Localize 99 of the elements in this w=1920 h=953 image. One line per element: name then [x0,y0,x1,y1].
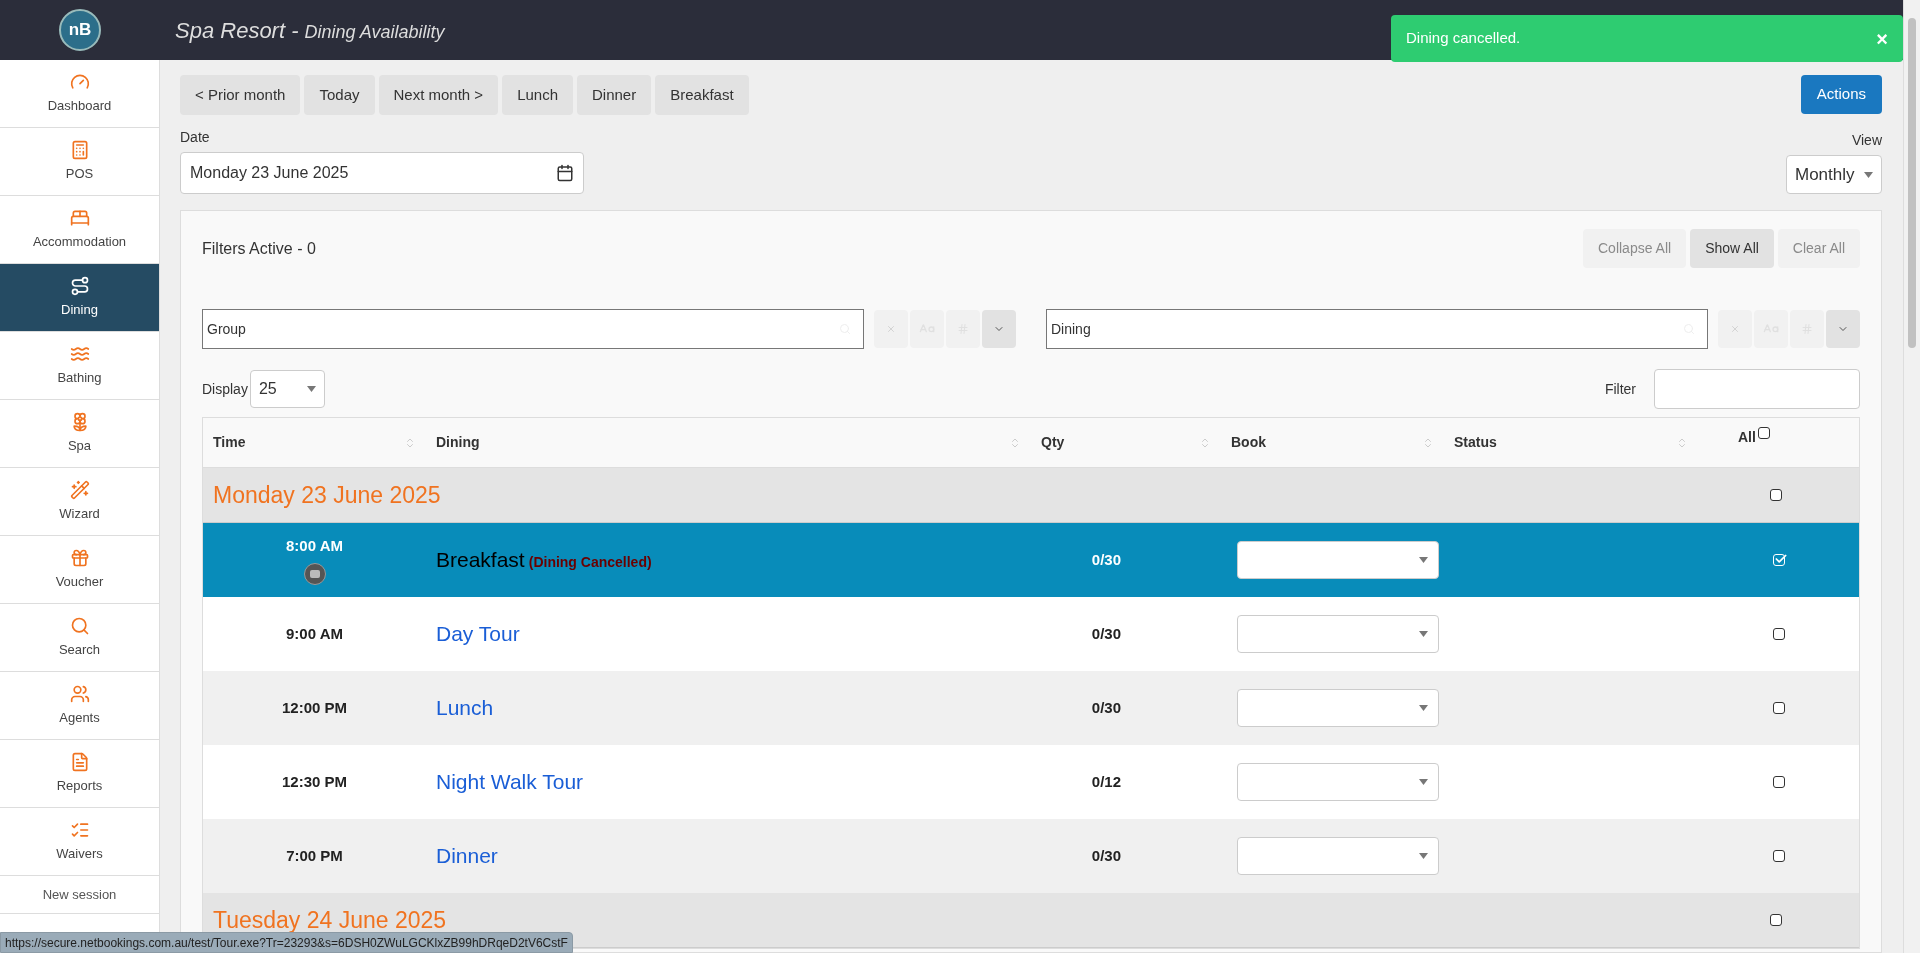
session-row[interactable]: 7:00 PM Dinner 0/30 [203,819,1859,893]
caret-icon [1419,705,1428,711]
expand-button[interactable] [982,310,1016,348]
qty-cell-text: 0/12 [1091,771,1121,792]
logo[interactable]: nB [59,9,101,51]
clear-button[interactable] [874,310,908,348]
filter-action-button[interactable]: Show All [1690,229,1774,268]
checkbox[interactable] [1769,489,1782,501]
checkbox[interactable] [1757,427,1770,439]
dining-link[interactable]: Dinner [436,840,498,872]
time-cell-text: 9:00 AM [286,623,343,644]
close-icon [886,324,896,334]
actions-button[interactable]: Actions [1800,75,1882,114]
caret-icon [1419,631,1428,637]
toolbar-button[interactable]: Next month > [378,75,499,115]
number-sort-button[interactable] [1790,310,1824,348]
filter-field[interactable]: Group [202,309,864,349]
session-row[interactable]: 12:00 PM Lunch 0/30 [203,671,1859,745]
column-header[interactable]: Dining [436,432,480,453]
sidebar-item[interactable]: POS [0,128,159,196]
session-row[interactable]: 8:00 AM Breakfast (Dining Cancelled) 0/30 [203,523,1859,597]
sidebar-item[interactable]: Dining [0,264,159,332]
search-icon [69,615,90,636]
dining-link[interactable]: Lunch [436,692,494,724]
display-label: Display [202,379,248,399]
display-select[interactable]: 25 [249,370,325,408]
text-sort-button[interactable] [1754,310,1788,348]
sidebar-item[interactable]: Dashboard [0,60,159,128]
sidebar-item[interactable]: Search [0,604,159,672]
checkbox[interactable] [1772,776,1785,788]
close-icon [1730,324,1740,334]
date-field[interactable]: Monday 23 June 2025 [180,152,584,194]
sidebar-item[interactable]: Agents [0,672,159,740]
text-sort-button[interactable] [910,310,944,348]
checkbox[interactable] [1772,850,1785,862]
book-select[interactable] [1237,615,1439,653]
filters-status: Filters Active - 0 [202,238,316,259]
toast-message: Dining cancelled. [1406,28,1521,49]
qty-cell-text: 0/30 [1091,623,1121,644]
time-cell-text: 8:00 AM [286,535,343,556]
toolbar-button[interactable]: < Prior month [180,75,301,115]
toolbar-button[interactable]: Today [304,75,375,115]
caret-icon [306,386,316,392]
book-select[interactable] [1237,689,1439,727]
book-select[interactable] [1237,541,1439,579]
calendar-icon [556,164,574,182]
sidebar-item[interactable]: Wizard [0,468,159,536]
checkbox[interactable] [1772,628,1785,640]
toolbar-button[interactable]: Dinner [577,75,652,115]
qty-cell-text: 0/30 [1091,845,1121,866]
caret-icon [1419,853,1428,859]
qty-cell-text: 0/30 [1091,697,1121,718]
caret-icon [1864,171,1873,178]
users-icon [69,683,90,704]
new-session-link[interactable]: New session [0,876,159,914]
cancelled-note: (Dining Cancelled) [528,553,652,573]
page-title: Dining Availability [304,20,445,44]
group-date: Monday 23 June 2025 [212,480,442,510]
date-label: Date [180,128,211,147]
column-header[interactable]: Time [213,432,246,453]
view-select[interactable]: Monthly [1786,155,1882,194]
checkbox[interactable] [1769,914,1782,926]
number-sort-button[interactable] [946,310,980,348]
sidebar-item[interactable]: Voucher [0,536,159,604]
scrollbar[interactable] [1903,0,1920,953]
dining-link[interactable]: Day Tour [436,618,520,650]
view-label: View [1851,131,1882,150]
caret-icon [1419,557,1428,563]
status-bar-url: https://secure.netbookings.com.au/test/Tour.exe?Tr=23293&s=6DSH0ZWuLGCKlxZB99hDRqeD2tV6CstF [0,932,573,953]
column-header[interactable]: Book [1231,432,1266,453]
magic-wand-icon [69,479,90,500]
checkbox[interactable] [1772,702,1785,714]
clear-button[interactable] [1718,310,1752,348]
book-select[interactable] [1237,837,1439,875]
time-cell-text: 12:00 PM [281,697,347,718]
caret-icon [1419,779,1428,785]
time-cell-text: 7:00 PM [286,845,343,866]
column-header[interactable]: Status [1454,432,1497,453]
book-select[interactable] [1237,763,1439,801]
filter-field[interactable]: Dining [1046,309,1708,349]
sidebar-item[interactable]: Reports [0,740,159,808]
toolbar-button[interactable]: Lunch [502,75,573,115]
expand-button[interactable] [1826,310,1860,348]
toolbar-button[interactable]: Breakfast [655,75,749,115]
dining-link[interactable]: Breakfast [436,544,525,576]
app-title: Spa Resort - [175,16,299,45]
sidebar-item[interactable]: Spa [0,400,159,468]
sidebar-item[interactable]: Bathing [0,332,159,400]
route-icon [69,275,90,296]
column-header[interactable]: Qty [1041,432,1065,453]
group-date: Tuesday 24 June 2025 [212,905,448,935]
filter-input[interactable] [1654,369,1860,409]
qty-cell-text: 0/30 [1091,549,1121,570]
time-cell-text: 12:30 PM [281,771,347,792]
column-header[interactable]: All [1738,427,1756,448]
dining-link[interactable]: Night Walk Tour [436,766,584,798]
gift-icon [69,547,90,568]
filter-label: Filter [1604,379,1636,399]
sidebar-item[interactable]: Waivers [0,808,159,876]
